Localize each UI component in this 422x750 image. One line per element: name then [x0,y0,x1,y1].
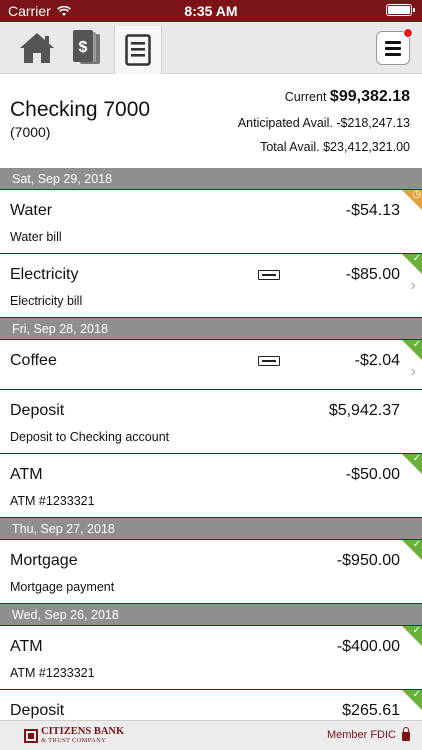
transaction-amount: -$2.04 [354,352,400,369]
transaction-title: Water [10,202,53,219]
anticipated-balance-value: -$218,247.13 [336,116,410,130]
transaction-amount: -$85.00 [345,266,400,283]
fdic-notice: Member FDIC [326,727,410,741]
total-balance-label: Total Avail. [260,140,320,154]
svg-text:$: $ [79,39,88,56]
transaction-title: Mortgage [10,552,78,569]
transaction-row[interactable]: Deposit Deposit to Checking account $5,942… [0,390,422,454]
register-list-icon [125,34,151,66]
transaction-row[interactable]: Mortgage Mortgage payment -$950.00 ✓ [0,540,422,604]
house-icon [20,33,54,63]
checkmark-icon: ✓ [412,626,421,636]
transaction-amount: $265.61 [342,702,400,719]
transaction-amount: -$50.00 [345,466,400,483]
checkmark-icon: ✓ [412,454,421,464]
fdic-label: Member FDIC [326,729,396,741]
account-summary: Checking 7000 (7000) Current $99,382.18 … [0,74,422,168]
transaction-title: Deposit [10,402,65,419]
transaction-description: Deposit to Checking account [10,430,170,444]
tab-deposit[interactable]: $ [62,26,112,70]
transaction-amount: -$400.00 [336,638,400,655]
account-number: (7000) [10,124,51,140]
transaction-row[interactable]: Electricity Electricity bill -$85.00 › ✓ [0,254,422,318]
anticipated-balance-label: Anticipated Avail. [237,116,333,130]
dollar-check-icon: $ [73,30,100,64]
tab-register[interactable] [114,26,162,74]
battery-icon [386,4,415,16]
checkmark-icon: ✓ [412,690,421,700]
transaction-title: Coffee [10,352,57,369]
transaction-title: Electricity [10,266,79,283]
transaction-description: Water bill [10,230,62,244]
checkmark-icon: ✓ [412,254,421,264]
transaction-row[interactable]: Coffee -$2.04 › ✓ [0,340,422,390]
transaction-amount: $5,942.37 [328,402,400,419]
transaction-title: Deposit [10,702,65,719]
transaction-title: ATM [10,466,43,483]
transaction-row[interactable]: ATM ATM #1233321 -$400.00 ✓ [0,626,422,690]
current-balance-value: $99,382.18 [329,88,410,105]
menu-button[interactable] [376,28,413,65]
date-header: Fri, Sep 28, 2018 [0,318,422,340]
status-bar: Carrier 8:35 AM [0,0,422,22]
transaction-amount: -$950.00 [336,552,400,569]
date-header: Sat, Sep 29, 2018 [0,168,422,190]
checkmark-icon: ✓ [412,540,421,550]
chevron-right-icon[interactable]: › [411,278,416,294]
tab-home[interactable] [12,26,62,70]
top-navigation: $ [0,22,422,74]
current-balance-label: Current [284,90,327,104]
notification-dot [403,28,413,38]
transaction-description: ATM #1233321 [10,666,95,680]
transaction-row[interactable]: ATM ATM #1233321 -$50.00 ✓ [0,454,422,518]
transaction-row[interactable]: Water Water bill -$54.13 ◷ [0,190,422,254]
clock-icon: ◷ [412,190,421,200]
transaction-title: ATM [10,638,43,655]
transaction-description: Mortgage payment [10,580,115,594]
lock-icon [402,727,410,741]
transaction-amount: -$54.13 [345,202,400,219]
bank-logo-mark [24,728,38,743]
date-header: Wed, Sep 26, 2018 [0,604,422,626]
bank-logo: CITIZENS BANK & TRUST COMPANY [24,726,125,744]
transaction-list[interactable]: Sat, Sep 29, 2018 Water Water bill -$54.13 ◷… [0,168,422,720]
transaction-description: Electricity bill [10,294,83,308]
anticipated-balance: Anticipated Avail. -$218,247.13 [238,116,410,130]
memo-icon[interactable] [258,356,280,366]
transaction-row[interactable]: Deposit $265.61 ✓ [0,690,422,720]
clock: 8:35 AM [184,3,238,19]
chevron-right-icon[interactable]: › [411,364,416,380]
account-name: Checking 7000 [10,98,151,121]
bank-logo-name: CITIZENS BANK [41,726,125,737]
date-header: Thu, Sep 27, 2018 [0,518,422,540]
total-balance-value: $23,412,321.00 [323,140,410,154]
checkmark-icon: ✓ [412,340,421,350]
bank-logo-subname: & TRUST COMPANY [41,736,107,744]
memo-icon[interactable] [258,270,280,280]
footer: CITIZENS BANK & TRUST COMPANY Member FDI… [0,720,422,750]
hamburger-menu-icon [385,40,401,44]
current-balance: Current $99,382.18 [285,88,410,106]
transaction-description: ATM #1233321 [10,494,95,508]
total-balance: Total Avail. $23,412,321.00 [260,140,410,154]
